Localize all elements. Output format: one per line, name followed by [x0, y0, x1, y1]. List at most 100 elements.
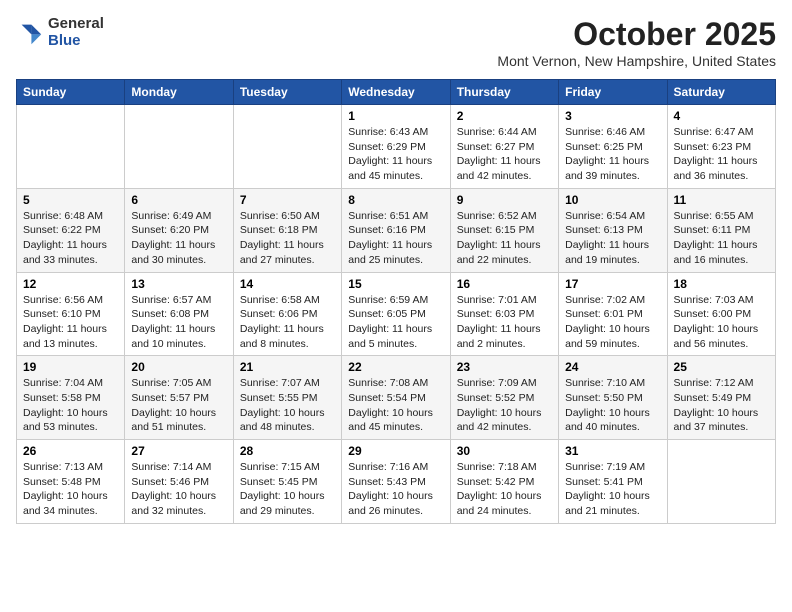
- calendar-cell: 7 Sunrise: 6:50 AMSunset: 6:18 PMDaylight…: [233, 188, 341, 272]
- calendar-cell: 8 Sunrise: 6:51 AMSunset: 6:16 PMDaylight…: [342, 188, 450, 272]
- calendar-body: 1 Sunrise: 6:43 AMSunset: 6:29 PMDaylight…: [17, 105, 776, 524]
- week-row-4: 19Sunrise: 7:04 AMSunset: 5:58 PMDayligh…: [17, 356, 776, 440]
- calendar-cell: 16 Sunrise: 7:01 AMSunset: 6:03 PMDayligh…: [450, 272, 558, 356]
- weekday-header-wednesday: Wednesday: [342, 80, 450, 105]
- day-number: 18: [674, 277, 769, 291]
- day-detail: Sunrise: 7:15 AMSunset: 5:45 PMDaylight:…: [240, 460, 335, 519]
- day-detail: Sunrise: 6:54 AMSunset: 6:13 PMDaylight:…: [565, 209, 660, 268]
- calendar-cell: 14Sunrise: 6:58 AMSunset: 6:06 PMDayligh…: [233, 272, 341, 356]
- day-detail: Sunrise: 7:08 AMSunset: 5:54 PMDaylight:…: [348, 376, 443, 435]
- week-row-5: 26 Sunrise: 7:13 AMSunset: 5:48 PMDayligh…: [17, 440, 776, 524]
- month-title: October 2025: [497, 16, 776, 53]
- day-number: 4: [674, 109, 769, 123]
- calendar-cell: 28Sunrise: 7:15 AMSunset: 5:45 PMDayligh…: [233, 440, 341, 524]
- day-number: 11: [674, 193, 769, 207]
- day-number: 23: [457, 360, 552, 374]
- day-number: 10: [565, 193, 660, 207]
- day-detail: Sunrise: 6:47 AMSunset: 6:23 PMDaylight:…: [674, 125, 769, 184]
- day-detail: Sunrise: 7:04 AMSunset: 5:58 PMDaylight:…: [23, 376, 118, 435]
- day-number: 7: [240, 193, 335, 207]
- weekday-header-thursday: Thursday: [450, 80, 558, 105]
- day-detail: Sunrise: 6:43 AMSunset: 6:29 PMDaylight:…: [348, 125, 443, 184]
- calendar-cell: 29Sunrise: 7:16 AMSunset: 5:43 PMDayligh…: [342, 440, 450, 524]
- day-number: 9: [457, 193, 552, 207]
- day-number: 1: [348, 109, 443, 123]
- day-detail: Sunrise: 7:09 AMSunset: 5:52 PMDaylight:…: [457, 376, 552, 435]
- day-detail: Sunrise: 7:01 AMSunset: 6:03 PMDaylight:…: [457, 293, 552, 352]
- calendar-cell: 9 Sunrise: 6:52 AMSunset: 6:15 PMDaylight…: [450, 188, 558, 272]
- day-detail: Sunrise: 7:03 AMSunset: 6:00 PMDaylight:…: [674, 293, 769, 352]
- calendar-cell: 25Sunrise: 7:12 AMSunset: 5:49 PMDayligh…: [667, 356, 775, 440]
- day-number: 20: [131, 360, 226, 374]
- logo-text: General Blue: [48, 16, 104, 49]
- calendar-cell: 12 Sunrise: 6:56 AMSunset: 6:10 PMDayligh…: [17, 272, 125, 356]
- calendar-cell: 20Sunrise: 7:05 AMSunset: 5:57 PMDayligh…: [125, 356, 233, 440]
- day-detail: Sunrise: 6:52 AMSunset: 6:15 PMDaylight:…: [457, 209, 552, 268]
- calendar-table: SundayMondayTuesdayWednesdayThursdayFrid…: [16, 79, 776, 524]
- day-number: 30: [457, 444, 552, 458]
- calendar-cell: 2 Sunrise: 6:44 AMSunset: 6:27 PMDaylight…: [450, 105, 558, 189]
- day-detail: Sunrise: 7:14 AMSunset: 5:46 PMDaylight:…: [131, 460, 226, 519]
- week-row-2: 5 Sunrise: 6:48 AMSunset: 6:22 PMDaylight…: [17, 188, 776, 272]
- day-detail: Sunrise: 6:50 AMSunset: 6:18 PMDaylight:…: [240, 209, 335, 268]
- weekday-header-sunday: Sunday: [17, 80, 125, 105]
- calendar-cell: 23 Sunrise: 7:09 AMSunset: 5:52 PMDayligh…: [450, 356, 558, 440]
- day-number: 29: [348, 444, 443, 458]
- title-block: October 2025 Mont Vernon, New Hampshire,…: [497, 16, 776, 69]
- calendar-header: SundayMondayTuesdayWednesdayThursdayFrid…: [17, 80, 776, 105]
- calendar-cell: 10 Sunrise: 6:54 AMSunset: 6:13 PMDayligh…: [559, 188, 667, 272]
- weekday-header-friday: Friday: [559, 80, 667, 105]
- calendar-cell: 3 Sunrise: 6:46 AMSunset: 6:25 PMDaylight…: [559, 105, 667, 189]
- day-number: 8: [348, 193, 443, 207]
- calendar-cell: 5 Sunrise: 6:48 AMSunset: 6:22 PMDaylight…: [17, 188, 125, 272]
- calendar-cell: 19Sunrise: 7:04 AMSunset: 5:58 PMDayligh…: [17, 356, 125, 440]
- day-detail: Sunrise: 6:46 AMSunset: 6:25 PMDaylight:…: [565, 125, 660, 184]
- day-number: 16: [457, 277, 552, 291]
- calendar-cell: 21Sunrise: 7:07 AMSunset: 5:55 PMDayligh…: [233, 356, 341, 440]
- day-detail: Sunrise: 7:19 AMSunset: 5:41 PMDaylight:…: [565, 460, 660, 519]
- weekday-header-tuesday: Tuesday: [233, 80, 341, 105]
- day-detail: Sunrise: 7:10 AMSunset: 5:50 PMDaylight:…: [565, 376, 660, 435]
- calendar-cell: 15 Sunrise: 6:59 AMSunset: 6:05 PMDayligh…: [342, 272, 450, 356]
- week-row-3: 12 Sunrise: 6:56 AMSunset: 6:10 PMDayligh…: [17, 272, 776, 356]
- day-detail: Sunrise: 6:58 AMSunset: 6:06 PMDaylight:…: [240, 293, 335, 352]
- logo-blue-text: Blue: [48, 33, 104, 50]
- logo-general-text: General: [48, 16, 104, 33]
- calendar-cell: 26 Sunrise: 7:13 AMSunset: 5:48 PMDayligh…: [17, 440, 125, 524]
- logo: General Blue: [16, 16, 104, 49]
- week-row-1: 1 Sunrise: 6:43 AMSunset: 6:29 PMDaylight…: [17, 105, 776, 189]
- day-detail: Sunrise: 7:13 AMSunset: 5:48 PMDaylight:…: [23, 460, 118, 519]
- day-number: 2: [457, 109, 552, 123]
- calendar-cell: 11Sunrise: 6:55 AMSunset: 6:11 PMDayligh…: [667, 188, 775, 272]
- day-detail: Sunrise: 6:44 AMSunset: 6:27 PMDaylight:…: [457, 125, 552, 184]
- logo-icon: [16, 19, 44, 47]
- calendar-cell: 30Sunrise: 7:18 AMSunset: 5:42 PMDayligh…: [450, 440, 558, 524]
- day-number: 21: [240, 360, 335, 374]
- day-number: 26: [23, 444, 118, 458]
- day-number: 25: [674, 360, 769, 374]
- day-number: 27: [131, 444, 226, 458]
- day-detail: Sunrise: 6:49 AMSunset: 6:20 PMDaylight:…: [131, 209, 226, 268]
- day-detail: Sunrise: 6:59 AMSunset: 6:05 PMDaylight:…: [348, 293, 443, 352]
- day-detail: Sunrise: 6:56 AMSunset: 6:10 PMDaylight:…: [23, 293, 118, 352]
- weekday-header-row: SundayMondayTuesdayWednesdayThursdayFrid…: [17, 80, 776, 105]
- calendar-cell: 4 Sunrise: 6:47 AMSunset: 6:23 PMDaylight…: [667, 105, 775, 189]
- calendar-cell: 27 Sunrise: 7:14 AMSunset: 5:46 PMDayligh…: [125, 440, 233, 524]
- calendar-cell: 6Sunrise: 6:49 AMSunset: 6:20 PMDaylight…: [125, 188, 233, 272]
- day-number: 15: [348, 277, 443, 291]
- calendar-cell: [667, 440, 775, 524]
- calendar-cell: [125, 105, 233, 189]
- page-header: General Blue October 2025 Mont Vernon, N…: [16, 16, 776, 69]
- day-number: 5: [23, 193, 118, 207]
- day-number: 13: [131, 277, 226, 291]
- calendar-cell: 13Sunrise: 6:57 AMSunset: 6:08 PMDayligh…: [125, 272, 233, 356]
- calendar-cell: [233, 105, 341, 189]
- day-detail: Sunrise: 6:51 AMSunset: 6:16 PMDaylight:…: [348, 209, 443, 268]
- calendar-cell: 17Sunrise: 7:02 AMSunset: 6:01 PMDayligh…: [559, 272, 667, 356]
- day-number: 31: [565, 444, 660, 458]
- day-detail: Sunrise: 6:48 AMSunset: 6:22 PMDaylight:…: [23, 209, 118, 268]
- day-number: 3: [565, 109, 660, 123]
- day-detail: Sunrise: 7:02 AMSunset: 6:01 PMDaylight:…: [565, 293, 660, 352]
- day-number: 12: [23, 277, 118, 291]
- weekday-header-monday: Monday: [125, 80, 233, 105]
